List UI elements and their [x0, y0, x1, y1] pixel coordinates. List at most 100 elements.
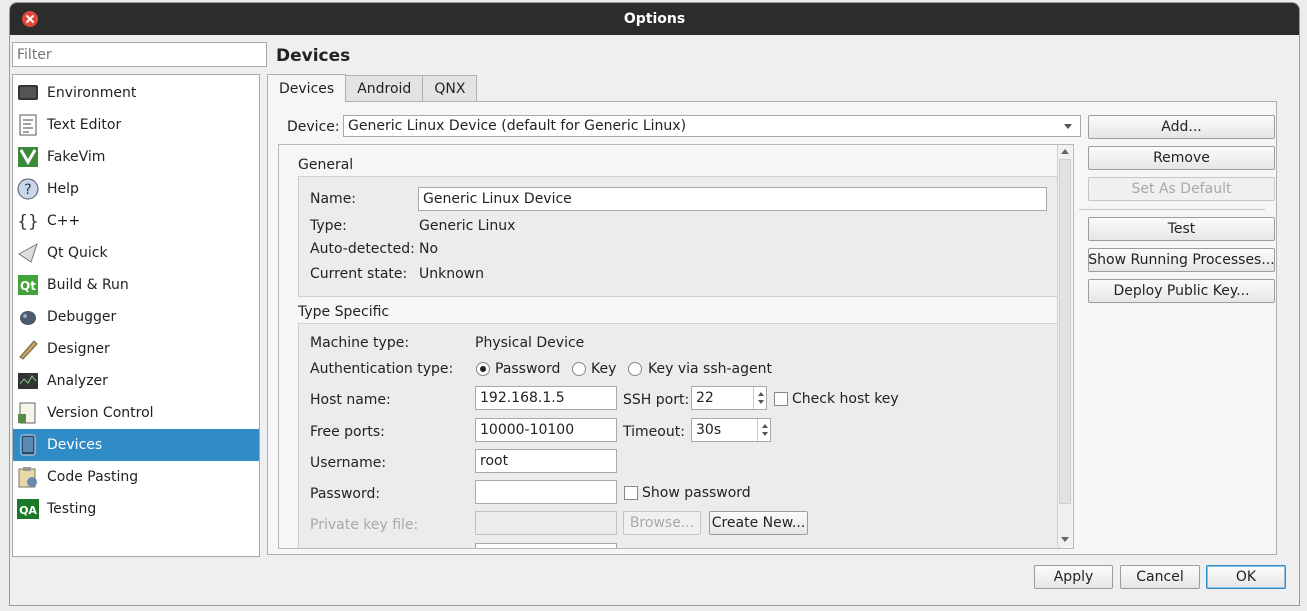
- sidebar-item-designer[interactable]: Designer: [13, 333, 259, 365]
- spin-up-icon[interactable]: [762, 424, 768, 428]
- tab-devices[interactable]: Devices: [267, 74, 347, 102]
- scroll-up-icon[interactable]: [1061, 149, 1069, 154]
- analyzer-icon: [17, 370, 39, 392]
- build-run-icon: Qt: [17, 274, 39, 296]
- auth-ssh-agent-label: Key via ssh-agent: [648, 361, 772, 377]
- sidebar-item-label: Testing: [47, 501, 97, 517]
- current-state-value: Unknown: [419, 266, 484, 282]
- name-field-value: Generic Linux Device: [423, 191, 572, 207]
- cancel-button[interactable]: Cancel: [1120, 565, 1200, 589]
- username-value: root: [480, 453, 509, 469]
- sidebar-item-version-control[interactable]: Version Control: [13, 397, 259, 429]
- sidebar-item-code-pasting[interactable]: Code Pasting: [13, 461, 259, 493]
- chevron-down-icon: [1064, 124, 1072, 129]
- username-field[interactable]: root: [475, 449, 617, 473]
- sidebar-item-label: C++: [47, 213, 81, 229]
- create-new-button[interactable]: Create New...: [709, 511, 808, 535]
- code-pasting-icon: [17, 466, 39, 488]
- browse-button[interactable]: Browse...: [623, 511, 701, 535]
- sidebar-item-label: Designer: [47, 341, 110, 357]
- sidebar-item-fakevim[interactable]: FakeVim: [13, 141, 259, 173]
- vertical-scrollbar[interactable]: [1057, 145, 1072, 546]
- sidebar-item-label: Code Pasting: [47, 469, 139, 485]
- auth-key-label: Key: [591, 361, 617, 377]
- fakevim-icon: [17, 146, 39, 168]
- show-password-checkbox[interactable]: [624, 486, 638, 500]
- title-bar: Options: [10, 3, 1299, 35]
- designer-icon: [17, 338, 39, 360]
- sidebar-item-qt-quick[interactable]: Qt Quick: [13, 237, 259, 269]
- actions-separator: [1079, 209, 1265, 210]
- version-control-icon: [17, 402, 39, 424]
- name-label: Name:: [310, 191, 357, 207]
- filter-input[interactable]: [12, 42, 267, 67]
- sidebar-item-help[interactable]: ? Help: [13, 173, 259, 205]
- sidebar-item-label: FakeVim: [47, 149, 106, 165]
- sidebar-item-label: Build & Run: [47, 277, 129, 293]
- device-select-value: Generic Linux Device (default for Generi…: [348, 118, 687, 134]
- name-field[interactable]: Generic Linux Device: [418, 187, 1047, 211]
- type-value: Generic Linux: [419, 218, 516, 234]
- test-button[interactable]: Test: [1088, 217, 1275, 241]
- auth-password-radio[interactable]: [476, 362, 490, 376]
- debugger-icon: [17, 306, 39, 328]
- free-ports-label: Free ports:: [310, 424, 385, 440]
- apply-button[interactable]: Apply: [1034, 565, 1113, 589]
- ssh-port-value: 22: [696, 390, 714, 406]
- monitor-icon: [17, 82, 39, 104]
- sidebar-item-label: Environment: [47, 85, 137, 101]
- sidebar-item-debugger[interactable]: Debugger: [13, 301, 259, 333]
- auto-detected-label: Auto-detected:: [310, 241, 415, 257]
- sidebar-item-devices[interactable]: Devices: [13, 429, 259, 461]
- spin-up-icon[interactable]: [758, 392, 764, 396]
- show-running-processes-button[interactable]: Show Running Processes...: [1088, 248, 1275, 272]
- sidebar-item-testing[interactable]: QA Testing: [13, 493, 259, 525]
- sidebar-item-build-run[interactable]: Qt Build & Run: [13, 269, 259, 301]
- tab-bar: Devices Android QNX: [267, 74, 478, 102]
- auth-key-radio[interactable]: [572, 362, 586, 376]
- device-select[interactable]: Generic Linux Device (default for Generi…: [343, 115, 1081, 137]
- type-specific-group: Machine type: Physical Device Authentica…: [298, 323, 1060, 548]
- timeout-spinbox[interactable]: 30s: [691, 418, 771, 442]
- sidebar-item-analyzer[interactable]: Analyzer: [13, 365, 259, 397]
- host-name-value: 192.168.1.5: [480, 390, 565, 406]
- scrollbar-thumb[interactable]: [1059, 159, 1071, 504]
- remove-button[interactable]: Remove: [1088, 146, 1275, 170]
- ok-button[interactable]: OK: [1206, 565, 1286, 589]
- sidebar-item-label: Analyzer: [47, 373, 108, 389]
- ssh-port-spinbox[interactable]: 22: [691, 386, 767, 410]
- spin-down-icon[interactable]: [758, 400, 764, 404]
- free-ports-field[interactable]: 10000-10100: [475, 418, 617, 442]
- tab-qnx[interactable]: QNX: [422, 75, 478, 101]
- scroll-down-icon[interactable]: [1061, 537, 1069, 542]
- sidebar-item-label: Help: [47, 181, 79, 197]
- sidebar-item-text-editor[interactable]: Text Editor: [13, 109, 259, 141]
- tab-android[interactable]: Android: [345, 75, 424, 101]
- text-editor-icon: [17, 114, 39, 136]
- show-password-label: Show password: [642, 485, 751, 501]
- sidebar-item-environment[interactable]: Environment: [13, 77, 259, 109]
- machine-type-value: Physical Device: [475, 335, 585, 351]
- check-host-key-checkbox[interactable]: [774, 392, 788, 406]
- private-key-file-field[interactable]: [475, 511, 617, 535]
- deploy-public-key-button[interactable]: Deploy Public Key...: [1088, 279, 1275, 303]
- check-host-key-label: Check host key: [792, 391, 899, 407]
- auto-detected-value: No: [419, 241, 439, 257]
- window-title: Options: [623, 11, 686, 27]
- type-label: Type:: [310, 218, 347, 234]
- svg-text:?: ?: [24, 182, 31, 198]
- svg-text:Qt: Qt: [20, 279, 36, 293]
- sidebar-item-cpp[interactable]: {} C++: [13, 205, 259, 237]
- next-field-partial[interactable]: [475, 543, 617, 548]
- set-as-default-button[interactable]: Set As Default: [1088, 177, 1275, 201]
- host-name-field[interactable]: 192.168.1.5: [475, 386, 617, 410]
- device-icon: [17, 434, 39, 456]
- password-label: Password:: [310, 486, 381, 502]
- auth-ssh-agent-radio[interactable]: [628, 362, 642, 376]
- type-specific-heading: Type Specific: [298, 304, 390, 320]
- password-field[interactable]: [475, 480, 617, 504]
- spin-down-icon[interactable]: [762, 432, 768, 436]
- free-ports-value: 10000-10100: [480, 422, 575, 438]
- machine-type-label: Machine type:: [310, 335, 410, 351]
- add-button[interactable]: Add...: [1088, 115, 1275, 139]
